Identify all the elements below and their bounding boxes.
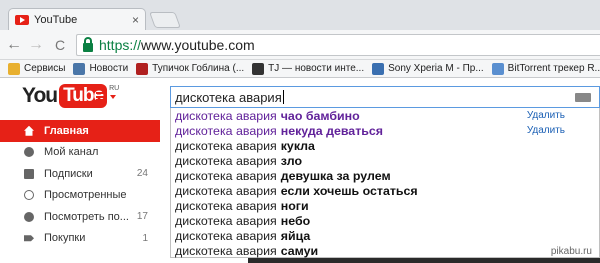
hamburger-icon bbox=[96, 92, 107, 101]
new-tab-button[interactable] bbox=[149, 12, 181, 28]
sidebar-item[interactable]: Посмотреть по... 17 bbox=[0, 206, 160, 228]
suggestion-query: дискотека авария bbox=[175, 153, 277, 168]
history-icon bbox=[24, 190, 34, 201]
search-suggestions: дискотека авария чао бамбино Удалить дискот… bbox=[170, 108, 600, 258]
suggestion-query: дискотека авария bbox=[175, 108, 277, 123]
tab-close-icon[interactable]: × bbox=[132, 13, 139, 27]
suggestion-query: дискотека авария bbox=[175, 168, 277, 183]
suggestion-query: дискотека авария bbox=[175, 183, 277, 198]
clock-icon bbox=[24, 211, 34, 222]
browser-toolbar: ← → C https:// www.youtube.com bbox=[0, 30, 600, 60]
suggestion-item[interactable]: дискотека авария ноги bbox=[171, 198, 599, 213]
bookmark-favicon-icon bbox=[136, 62, 149, 75]
bookmark-label: Тупичок Гоблина (... bbox=[152, 63, 245, 74]
sidebar-item-label: Мой канал bbox=[44, 146, 99, 159]
sidebar-item-label: Подписки bbox=[44, 167, 93, 180]
chevron-down-icon bbox=[110, 94, 116, 99]
user-icon bbox=[24, 147, 34, 158]
bookmark-favicon-icon bbox=[252, 62, 265, 75]
bookmark-item[interactable]: Sony Xperia M - Пр... bbox=[372, 62, 484, 75]
bookmark-label: TJ — новости инте... bbox=[268, 63, 365, 74]
sidebar-item[interactable]: Просмотренные bbox=[0, 185, 160, 207]
sidebar-item-label: Покупки bbox=[44, 232, 86, 245]
address-bar[interactable]: https:// www.youtube.com bbox=[76, 34, 600, 56]
suggestion-completion: кукла bbox=[280, 138, 315, 153]
suggestion-completion: ноги bbox=[280, 198, 309, 213]
bookmark-favicon-icon bbox=[372, 62, 385, 75]
bookmark-favicon-icon bbox=[491, 62, 504, 75]
sidebar-item[interactable]: Покупки 1 bbox=[0, 228, 160, 250]
suggestion-item[interactable]: дискотека авария девушка за рулем bbox=[171, 168, 599, 183]
url-host: www.youtube.com bbox=[141, 37, 255, 53]
search-input[interactable]: дискотека авария bbox=[170, 86, 600, 108]
bookmark-item[interactable]: Новости bbox=[73, 62, 129, 75]
suggestion-query: дискотека авария bbox=[175, 213, 277, 228]
tab-strip: YouTube × bbox=[0, 0, 600, 30]
suggestion-query: дискотека авария bbox=[175, 138, 277, 153]
reload-icon[interactable]: C bbox=[50, 37, 70, 53]
suggestion-item[interactable]: дискотека авария яйца bbox=[171, 228, 599, 243]
bookmark-label: BitTorrent трекер R... bbox=[507, 63, 600, 74]
text-cursor bbox=[282, 90, 284, 104]
suggestion-item[interactable]: дискотека авария если хочешь остаться bbox=[171, 183, 599, 198]
bookmark-label: Сервисы bbox=[24, 63, 66, 74]
keyboard-icon[interactable] bbox=[575, 93, 591, 102]
suggestion-query: дискотека авария bbox=[175, 228, 277, 243]
suggestion-completion: чао бамбино bbox=[280, 108, 360, 123]
sidebar-item-label: Главная bbox=[44, 124, 89, 137]
suggestion-item[interactable]: дискотека авария некуда деваться Удалить bbox=[171, 123, 599, 138]
bookmark-label: Sony Xperia M - Пр... bbox=[388, 63, 484, 74]
sidebar-item[interactable]: Подписки 24 bbox=[0, 163, 160, 185]
watermark: pikabu.ru bbox=[550, 246, 592, 257]
sidebar-item-count: 1 bbox=[142, 232, 148, 244]
tag-icon bbox=[24, 235, 34, 242]
suggestion-completion: если хочешь остаться bbox=[280, 183, 418, 198]
remove-suggestion-link[interactable]: Удалить bbox=[527, 110, 565, 121]
sidebar-item-label: Посмотреть по... bbox=[44, 210, 129, 223]
guide-menu-button[interactable] bbox=[96, 92, 116, 101]
sidebar-item-count: 17 bbox=[136, 211, 148, 223]
suggestion-item[interactable]: дискотека авария самуи bbox=[171, 243, 599, 258]
sidebar-item-label: Просмотренные bbox=[44, 189, 127, 202]
lock-icon bbox=[83, 36, 93, 52]
sidebar-item-count: 24 bbox=[136, 168, 148, 180]
subscriptions-icon bbox=[24, 168, 34, 179]
youtube-favicon-icon bbox=[15, 14, 29, 25]
bookmark-item[interactable]: Сервисы bbox=[8, 62, 66, 75]
back-arrow-icon[interactable]: ← bbox=[4, 36, 24, 54]
tab-title: YouTube bbox=[34, 13, 78, 26]
search-query: дискотека авария bbox=[175, 89, 282, 105]
logo-you: You bbox=[22, 84, 58, 107]
suggestion-completion: яйца bbox=[280, 228, 311, 243]
suggestion-completion: некуда деваться bbox=[280, 123, 383, 138]
bookmark-item[interactable]: Тупичок Гоблина (... bbox=[136, 62, 245, 75]
bookmarks-bar: Сервисы Новости Тупичок Гоблина (... TJ — н… bbox=[0, 60, 600, 78]
bookmark-favicon-icon bbox=[73, 62, 86, 75]
remove-suggestion-link[interactable]: Удалить bbox=[527, 125, 565, 136]
suggestion-item[interactable]: дискотека авария небо bbox=[171, 213, 599, 228]
suggestion-completion: зло bbox=[280, 153, 303, 168]
bookmark-label: Новости bbox=[89, 63, 129, 74]
forward-arrow-icon[interactable]: → bbox=[26, 36, 46, 54]
url-scheme: https:// bbox=[99, 37, 142, 53]
sidebar-item[interactable]: Мой канал bbox=[0, 142, 160, 164]
suggestion-query: дискотека авария bbox=[175, 198, 277, 213]
suggestion-completion: небо bbox=[280, 213, 311, 228]
sidebar-item[interactable]: Главная bbox=[0, 120, 160, 142]
bookmark-favicon-icon bbox=[8, 62, 20, 75]
tab-youtube[interactable]: YouTube × bbox=[8, 8, 146, 30]
suggestion-item[interactable]: дискотека авария кукла bbox=[171, 138, 599, 153]
suggestion-completion: девушка за рулем bbox=[280, 168, 391, 183]
suggestion-completion: самуи bbox=[280, 243, 319, 258]
bookmark-item[interactable]: TJ — новости инте... bbox=[252, 62, 365, 75]
logo-region: RU bbox=[109, 85, 120, 92]
suggestion-query: дискотека авария bbox=[175, 243, 277, 258]
suggestion-item[interactable]: дискотека авария зло bbox=[171, 153, 599, 168]
home-icon bbox=[24, 125, 34, 136]
bookmark-item[interactable]: BitTorrent трекер R... bbox=[491, 62, 600, 75]
video-thumbnail-strip[interactable] bbox=[248, 258, 600, 263]
guide-sidebar: Главная Мой канал Подписки 24 Просмотренные П… bbox=[0, 120, 160, 249]
suggestion-item[interactable]: дискотека авария чао бамбино Удалить bbox=[171, 108, 599, 123]
suggestion-query: дискотека авария bbox=[175, 123, 277, 138]
